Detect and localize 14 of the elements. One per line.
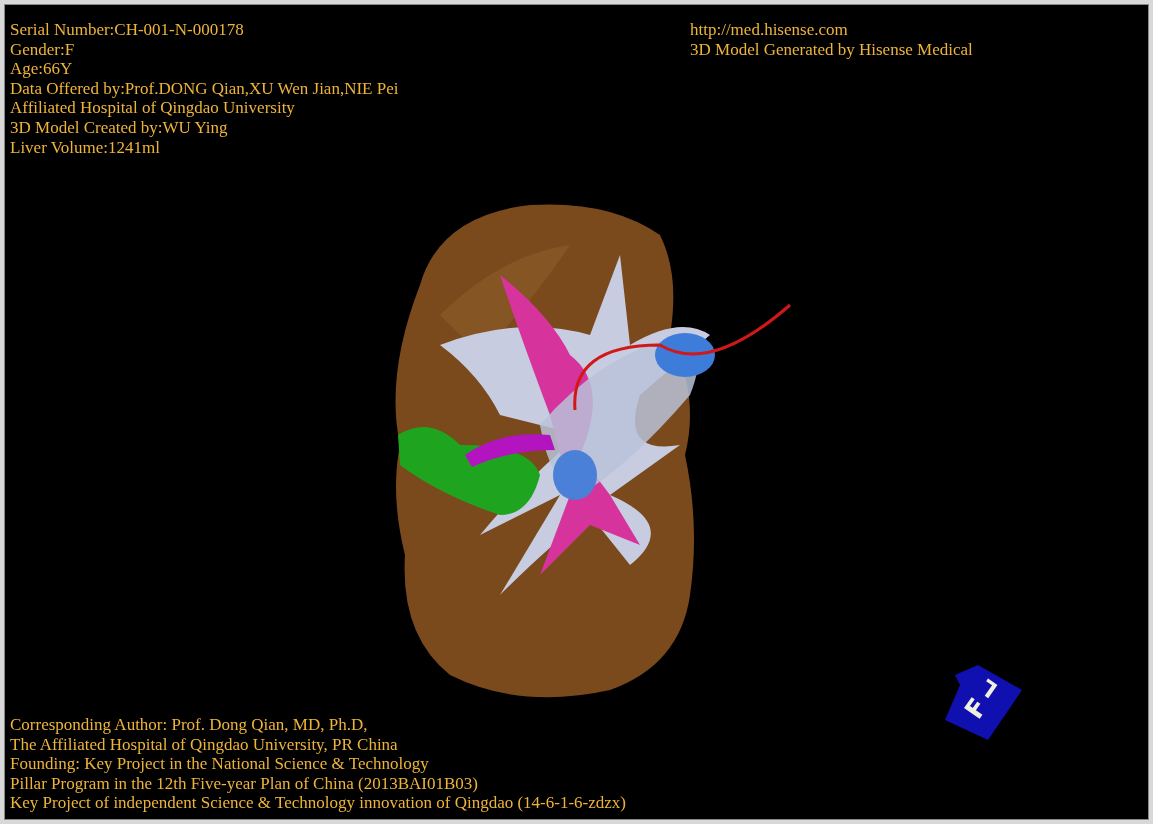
info-text: 3D Model Created by:WU Ying — [10, 117, 229, 138]
footer-text: Founding: Key Project in the National Science & Technology — [10, 754, 430, 774]
info-text: Serial Number:CH-001-N-000178 — [10, 20, 245, 40]
info-text: Age:66Y — [10, 59, 74, 79]
footer-text: Corresponding Author: Prof. Dong Qian, MD, Ph.D, — [10, 715, 369, 735]
footer-text: Pillar Program in the 12th Five-year Plan of China (2013BAI01B03) — [10, 773, 479, 794]
info-text: Data Offered by:Prof.DONG Qian,XU Wen Jian,NIE Pei — [10, 78, 400, 99]
credit-text: 3D Model Generated by Hisense Medical — [690, 39, 973, 60]
footer-text: Key Project of independent Science & Technology innovation of Qingdao (14-6-1-6-zdzx) — [10, 793, 627, 813]
credit-text: http://med.hisense.com — [690, 20, 849, 40]
footer-text: The Affiliated Hospital of Qingdao University, PR China — [10, 734, 399, 755]
info-text: Affiliated Hospital of Qingdao University — [10, 98, 296, 118]
info-text: Gender:F — [10, 39, 76, 60]
info-text: Liver Volume:1241ml — [10, 137, 161, 158]
